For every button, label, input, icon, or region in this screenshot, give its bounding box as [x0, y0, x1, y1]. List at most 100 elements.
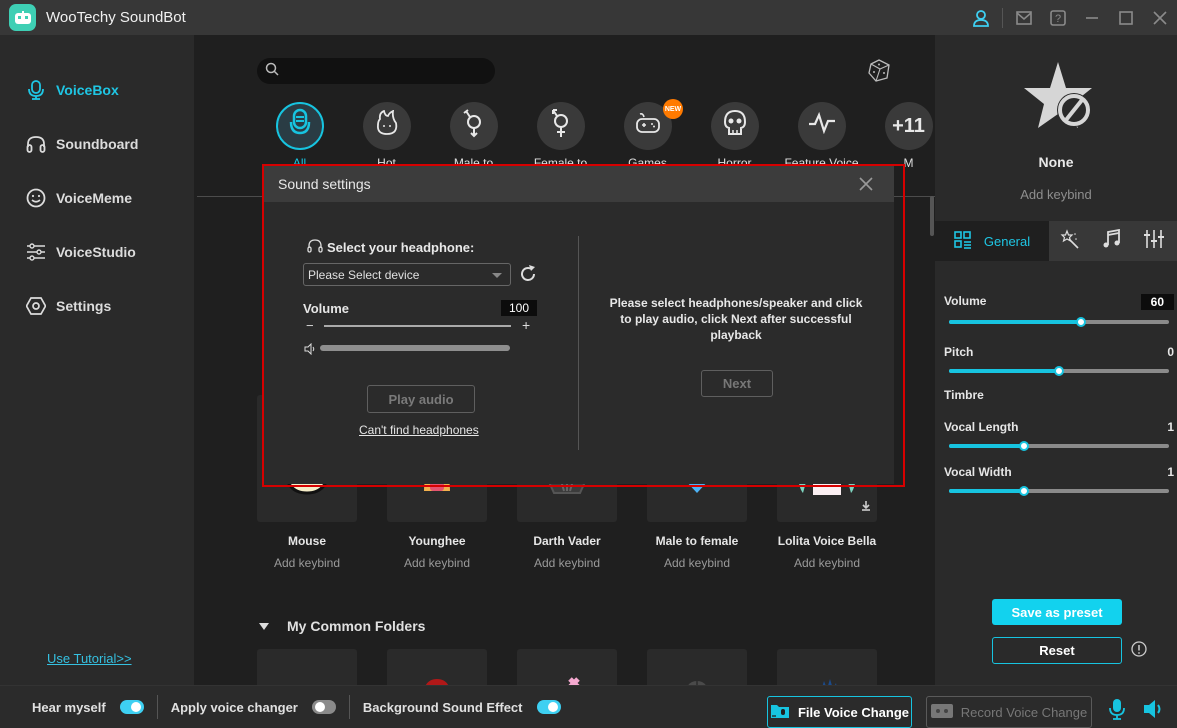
add-keybind-link[interactable]: Add keybind — [387, 556, 487, 570]
apply-voice-changer-toggle[interactable] — [311, 700, 336, 714]
more-count: +11 — [884, 102, 933, 150]
equalizer-icon — [1144, 229, 1164, 254]
music-note-icon — [1103, 228, 1121, 254]
add-keybind-link[interactable]: Add keybind — [517, 556, 617, 570]
download-icon[interactable] — [861, 498, 871, 516]
info-icon[interactable] — [1131, 641, 1147, 657]
vocal-width-slider[interactable] — [949, 486, 1169, 496]
volume-increase-button[interactable]: + — [522, 317, 530, 333]
volume-decrease-button[interactable]: − — [306, 318, 314, 333]
microphone-icon[interactable] — [1108, 698, 1126, 725]
category-more[interactable]: +11 M — [865, 102, 935, 170]
record-voice-change-button[interactable]: Record Voice Change — [926, 696, 1092, 728]
vocal-length-slider[interactable] — [949, 441, 1169, 451]
category-feature-voice[interactable]: Feature Voice — [778, 102, 865, 170]
voice-name: Younghee — [408, 534, 466, 548]
vocal-length-slider-row: Vocal Length 1 — [944, 420, 1174, 451]
sidebar-item-voicememe[interactable]: VoiceMeme — [26, 186, 132, 210]
apply-voice-changer-label: Apply voice changer — [170, 699, 298, 715]
soundbot-window: WooTechy SoundBot ? VoiceBox Soundboard … — [0, 0, 1177, 728]
sidebar-item-voicebox[interactable]: VoiceBox — [26, 78, 119, 102]
tab-general[interactable]: General — [935, 221, 1049, 261]
sidebar-item-soundboard[interactable]: Soundboard — [26, 132, 138, 156]
play-audio-button[interactable]: Play audio — [367, 385, 475, 413]
category-horror[interactable]: Horror — [691, 102, 778, 170]
slider-handle[interactable] — [1054, 366, 1064, 376]
common-folders-header[interactable]: My Common Folders — [259, 618, 425, 634]
tab-effects[interactable] — [1049, 221, 1091, 261]
dialog-header: Sound settings — [264, 166, 894, 202]
mail-icon[interactable] — [1007, 0, 1041, 35]
reset-button[interactable]: Reset — [992, 637, 1122, 664]
headphones-icon — [307, 238, 323, 257]
slider-fill — [949, 489, 1024, 493]
close-icon[interactable] — [1143, 0, 1177, 35]
close-icon[interactable] — [856, 174, 876, 194]
background-sound-toggle[interactable] — [536, 700, 561, 714]
search-input[interactable] — [285, 64, 485, 78]
random-dice-icon[interactable] — [864, 55, 894, 85]
no-preset-star-icon — [1020, 60, 1096, 135]
tab-music[interactable] — [1091, 221, 1133, 261]
slider-handle[interactable] — [1018, 486, 1029, 496]
slider-handle[interactable] — [1076, 317, 1086, 327]
help-icon[interactable]: ? — [1041, 0, 1075, 35]
maximize-icon[interactable] — [1109, 0, 1143, 35]
dialog-instructions: Please select headphones/speaker and cli… — [609, 296, 863, 342]
titlebar-divider — [1002, 7, 1003, 28]
sidebar-item-label: VoiceStudio — [56, 244, 136, 260]
preset-add-keybind[interactable]: Add keybind — [935, 187, 1177, 202]
speaker-icon[interactable] — [1143, 699, 1165, 724]
search-box[interactable] — [257, 58, 495, 84]
dialog-divider — [578, 236, 579, 450]
save-as-preset-button[interactable]: Save as preset — [992, 599, 1122, 625]
sidebar-item-label: VoiceBox — [56, 82, 119, 98]
sidebar-item-settings[interactable]: Settings — [26, 294, 111, 318]
tab-equalizer[interactable] — [1133, 221, 1175, 261]
refresh-icon[interactable] — [518, 264, 538, 284]
device-select[interactable]: Please Select device — [303, 263, 511, 286]
volume-value[interactable]: 60 — [1140, 294, 1174, 310]
voice-name: Lolita Voice Bella — [777, 534, 877, 548]
sliders-icon — [26, 242, 46, 262]
volume-slider[interactable] — [949, 317, 1169, 327]
dialog-volume-slider[interactable] — [324, 325, 511, 327]
account-icon[interactable] — [964, 0, 998, 35]
volume-slider-row: Volume 60 — [944, 294, 1174, 327]
add-keybind-link[interactable]: Add keybind — [257, 556, 357, 570]
folder-tile[interactable] — [647, 649, 747, 685]
folder-tile[interactable] — [387, 649, 487, 685]
next-button[interactable]: Next — [701, 370, 773, 397]
recorder-icon — [930, 703, 953, 721]
hear-myself-toggle[interactable] — [119, 700, 144, 714]
folder-tile[interactable] — [517, 649, 617, 685]
category-female-to[interactable]: Female to — [517, 102, 604, 170]
smiley-icon — [26, 188, 46, 208]
sidebar-item-voicestudio[interactable]: VoiceStudio — [26, 240, 136, 264]
dialog-volume-value[interactable]: 100 — [501, 300, 538, 316]
female-male-symbol-icon — [549, 108, 573, 144]
slider-handle[interactable] — [1018, 441, 1029, 451]
voice-name: Mouse — [287, 534, 326, 548]
microphone-icon — [26, 80, 46, 100]
pulse-icon — [808, 111, 836, 140]
add-keybind-link[interactable]: Add keybind — [647, 556, 747, 570]
file-voice-change-button[interactable]: File Voice Change — [767, 696, 912, 728]
add-keybind-link[interactable]: Add keybind — [777, 556, 877, 570]
scrollbar[interactable] — [930, 196, 934, 236]
category-all[interactable]: All — [256, 102, 343, 170]
vocal-length-value: 1 — [1167, 420, 1174, 434]
category-male-to[interactable]: Male to — [430, 102, 517, 170]
category-hot[interactable]: Hot — [343, 102, 430, 170]
use-tutorial-link[interactable]: Use Tutorial>> — [47, 651, 132, 666]
voice-settings-panel: None Add keybind General Volume 60 Pitch 0… — [935, 35, 1177, 685]
category-games[interactable]: NEW Games — [604, 99, 691, 170]
minimize-icon[interactable] — [1075, 0, 1109, 35]
folder-tile[interactable] — [777, 649, 877, 685]
pitch-slider[interactable] — [949, 366, 1169, 376]
cant-find-headphones-link[interactable]: Can't find headphones — [359, 423, 479, 437]
folder-tile[interactable] — [257, 649, 357, 685]
category-list: All Hot Male to Female to NEW Games Horr… — [256, 99, 935, 170]
sound-settings-dialog: Sound settings Select your headphone: Pl… — [264, 166, 894, 484]
headphones-icon — [26, 134, 46, 154]
